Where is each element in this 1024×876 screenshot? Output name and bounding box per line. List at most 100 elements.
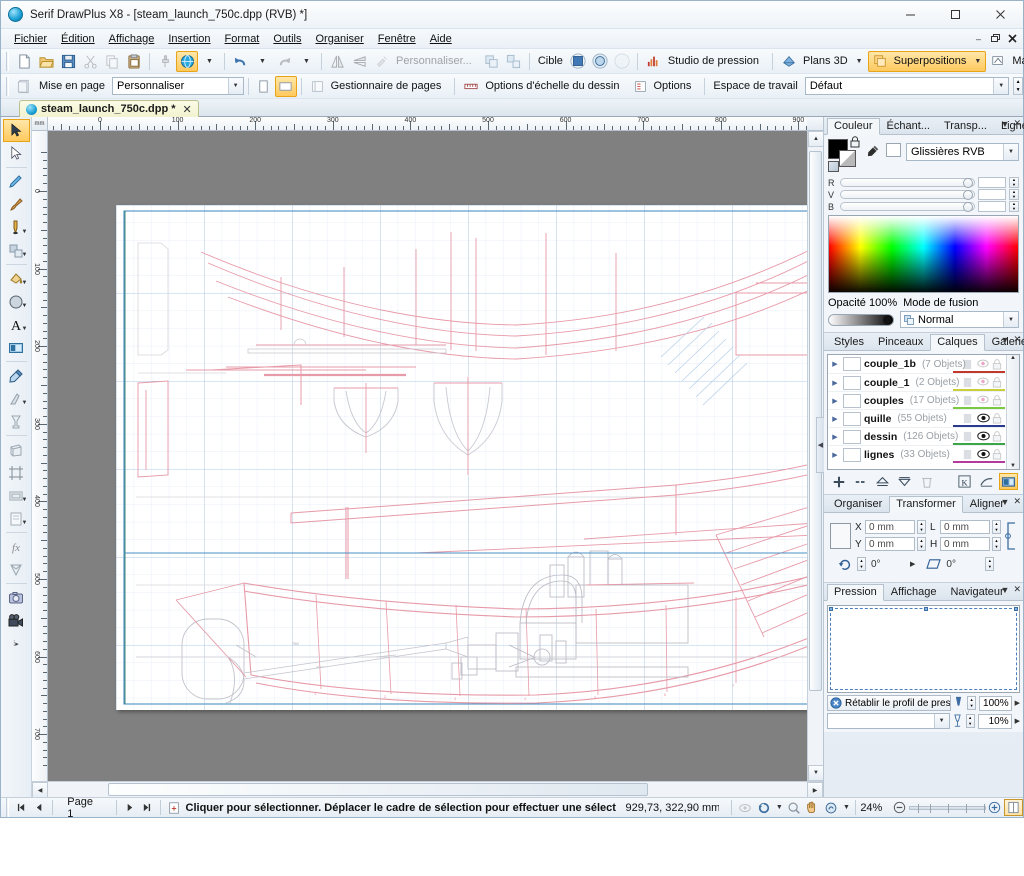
group-button[interactable]	[481, 51, 503, 72]
layer-print-icon[interactable]	[962, 449, 973, 460]
rotate-view-tool-button[interactable]	[755, 799, 774, 816]
blend-tool[interactable]	[3, 410, 30, 433]
tools-overflow-handle[interactable]: ⁞▸	[3, 632, 30, 655]
save-button[interactable]	[57, 51, 79, 72]
layer-row-dessin[interactable]: ▶ dessin (126 Objets)	[828, 427, 1019, 445]
copy-button[interactable]	[101, 51, 123, 72]
frame-tool[interactable]: ▼	[3, 484, 30, 507]
colour-panel-close-icon[interactable]: ✕	[1013, 118, 1021, 129]
colour-picker-tool[interactable]	[3, 364, 30, 387]
zoom-slider[interactable]	[908, 803, 986, 813]
scroll-left-button[interactable]: ◀	[32, 782, 48, 798]
field-x-stepper[interactable]: ▲ ▼	[917, 520, 926, 534]
anchor-point-selector[interactable]	[830, 522, 851, 549]
end-pressure-more-icon[interactable]: ▶	[1015, 717, 1020, 725]
layer-visibility-eye-icon[interactable]	[977, 431, 990, 442]
redo-button[interactable]	[273, 51, 295, 72]
tab-couleur[interactable]: Couleur	[827, 118, 880, 135]
text-tool[interactable]: A ▼	[3, 313, 30, 336]
layer-lock-icon[interactable]	[992, 413, 1003, 424]
status-bar-grip[interactable]	[5, 798, 11, 817]
scroll-up-button[interactable]: ▲	[808, 131, 824, 147]
toolbar-grip[interactable]	[5, 51, 11, 71]
redo-dropdown-button[interactable]: ▼	[295, 51, 317, 72]
flip-horizontal-button[interactable]	[326, 51, 348, 72]
page-manager-button[interactable]: Gestionnaire de pages	[306, 76, 451, 97]
handle-top-centre[interactable]	[923, 607, 928, 611]
layers-panel-menu-chevron-down-icon[interactable]: ▼	[1001, 335, 1010, 345]
drawing-scale-button[interactable]: Options d'échelle du dessin	[459, 76, 628, 97]
layer-lock-icon[interactable]	[992, 358, 1003, 370]
pressure-profile-canvas[interactable]	[827, 605, 1020, 693]
add-layer-button[interactable]	[829, 473, 848, 490]
pressure-panel-close-icon[interactable]: ✕	[1013, 584, 1021, 595]
end-pressure-stepper[interactable]: ▲ ▼	[965, 714, 975, 728]
knife-tool-flyout-icon[interactable]: ▼	[22, 400, 28, 406]
menu-organiser[interactable]: Organiser	[309, 31, 371, 47]
colour-model-chevron-down-icon[interactable]: ▼	[1003, 144, 1018, 160]
fill-tool[interactable]: ▼	[3, 267, 30, 290]
fill-tool-flyout-icon[interactable]: ▼	[22, 280, 28, 286]
menu-fenetre[interactable]: Fenêtre	[371, 31, 423, 47]
layer-row-lignes[interactable]: ▶ lignes (33 Objets)	[828, 445, 1019, 463]
scroll-right-button[interactable]: ▶	[807, 782, 823, 798]
keyframe-tool[interactable]	[3, 609, 30, 632]
publish-button[interactable]	[176, 50, 198, 72]
options-button[interactable]: Options	[629, 76, 701, 97]
layer-print-icon[interactable]	[962, 431, 973, 442]
crop-tool[interactable]	[3, 461, 30, 484]
paste-button[interactable]	[123, 51, 145, 72]
channel-b-stepper[interactable]: ▲ ▼	[1009, 201, 1019, 212]
zoom-mode-tool-button[interactable]	[822, 799, 841, 816]
menu-aide[interactable]: Aide	[423, 31, 459, 47]
opacity-slider[interactable]	[828, 313, 894, 326]
pan-hand-tool-button[interactable]	[803, 799, 822, 816]
menu-fichier[interactable]: Fichier	[7, 31, 54, 47]
blend-mode-combo[interactable]: Normal ▼	[900, 311, 1019, 328]
zoom-out-button[interactable]	[890, 799, 909, 816]
tab-affichage[interactable]: Affichage	[884, 584, 944, 600]
layers-list[interactable]: ▶ couple_1b (7 Objets) ▶ couple_1 (2 Obj…	[827, 354, 1020, 470]
close-button[interactable]	[978, 1, 1023, 28]
layers-scroll-down-icon[interactable]: ▼	[1010, 463, 1016, 469]
expand-chevron-right-icon[interactable]: ▶	[830, 379, 840, 387]
layer-lock-icon[interactable]	[992, 449, 1003, 460]
start-pressure-value[interactable]: 100%	[978, 695, 1012, 711]
3d-filter-tool[interactable]	[3, 558, 30, 581]
menu-insertion[interactable]: Insertion	[161, 31, 217, 47]
handle-top-left[interactable]	[829, 607, 833, 611]
ellipse-tool-flyout-icon[interactable]: ▼	[22, 303, 28, 309]
expand-chevron-right-icon[interactable]: ▶	[830, 360, 840, 368]
page-layout-combo[interactable]: Personnaliser ▼	[112, 77, 244, 95]
knife-tool[interactable]: ▼	[3, 387, 30, 410]
field-y-stepper[interactable]: ▲ ▼	[917, 537, 926, 551]
target-line-button[interactable]	[589, 51, 611, 72]
menu-edition[interactable]: Édition	[54, 31, 102, 47]
colour-spectrum[interactable]	[828, 215, 1019, 293]
fx-tool[interactable]: fx	[3, 535, 30, 558]
perspective-tool[interactable]	[3, 438, 30, 461]
ruler-unit-button[interactable]: mm	[32, 117, 48, 131]
channel-r-value[interactable]	[978, 177, 1006, 188]
channel-v-knob[interactable]	[963, 190, 973, 200]
end-pressure-value[interactable]: 10%	[977, 713, 1012, 729]
mdi-minimize-button[interactable]: –	[972, 32, 985, 45]
mdi-restore-button[interactable]	[989, 32, 1002, 45]
layer-visibility-eye-icon[interactable]	[977, 359, 989, 370]
flip-vertical-button[interactable]	[348, 51, 370, 72]
notes-tool-flyout-icon[interactable]: ▼	[22, 520, 28, 526]
dock-collapse-handle[interactable]: ◀	[816, 417, 824, 473]
next-page-button[interactable]	[121, 799, 139, 816]
menu-format[interactable]: Format	[218, 31, 267, 47]
pressure-panel-menu-chevron-down-icon[interactable]: ▼	[1001, 585, 1010, 595]
blend-mode-chevron-down-icon[interactable]: ▼	[1003, 312, 1018, 327]
layer-row-couples[interactable]: ▶ couples (17 Objets)	[828, 391, 1019, 409]
layer-properties-button[interactable]	[851, 473, 870, 490]
field-width-input[interactable]: 0 mm	[940, 520, 990, 534]
channel-v-value[interactable]	[978, 189, 1006, 200]
customise-toolbar-button[interactable]: Personnaliser...	[370, 51, 481, 72]
layers-panel-close-icon[interactable]: ✕	[1013, 334, 1021, 345]
snap-status-icon[interactable]	[736, 799, 755, 816]
transform-panel-menu-chevron-down-icon[interactable]: ▼	[1001, 497, 1010, 507]
horizontal-ruler[interactable]: 0 100 200 300 400 500 600 700 800 900	[48, 117, 807, 131]
